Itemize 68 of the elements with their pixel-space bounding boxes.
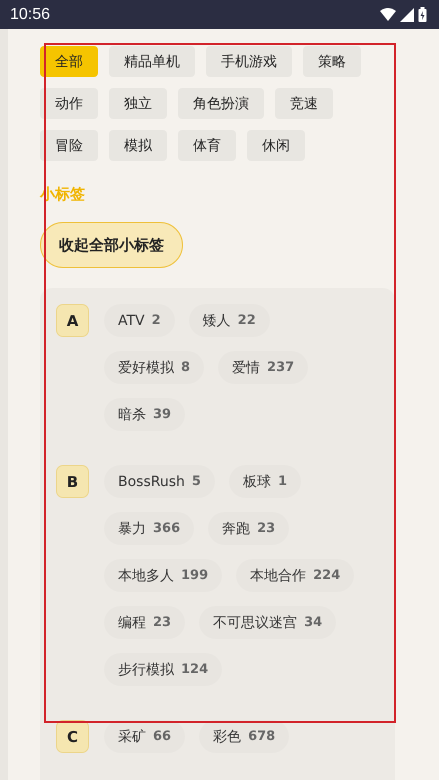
category-tab[interactable]: 精品单机 [109, 46, 195, 77]
tag-name: 爱好模拟 [118, 358, 174, 376]
letter-badge: A [56, 304, 89, 337]
tag-count: 66 [153, 729, 172, 744]
tag-chip[interactable]: 步行模拟 124 [104, 653, 222, 686]
category-tab[interactable]: 休闲 [247, 130, 305, 161]
tag-name: BossRush [118, 474, 185, 490]
tag-count: 23 [153, 615, 172, 630]
tag-name: 不可思议迷宫 [213, 614, 298, 632]
tag-chip[interactable]: 采矿 66 [104, 720, 186, 753]
tag-chip[interactable]: 不可思议迷宫 34 [199, 606, 336, 639]
category-tab[interactable]: 体育 [178, 130, 236, 161]
tag-name: ATV [118, 312, 145, 328]
tag-chip[interactable]: 板球 1 [228, 465, 301, 498]
tag-count: 34 [304, 615, 322, 630]
category-tab[interactable]: 独立 [109, 88, 167, 119]
collapse-tags-button[interactable]: 收起全部小标签 [40, 222, 183, 268]
tag-chip[interactable]: 爱情 237 [218, 351, 308, 384]
tag-name: 彩色 [213, 728, 242, 746]
tag-chip[interactable]: 爱好模拟 8 [104, 351, 204, 384]
tag-chip[interactable]: 本地合作 224 [236, 559, 354, 592]
tag-count: 678 [248, 729, 276, 744]
tag-name: 编程 [118, 614, 146, 632]
tag-name: 步行模拟 [118, 660, 174, 678]
category-tab[interactable]: 手机游戏 [206, 46, 292, 77]
category-tab[interactable]: 全部 [40, 46, 98, 77]
tag-count: 22 [238, 313, 256, 328]
category-tab[interactable]: 模拟 [109, 130, 167, 161]
tag-count: 5 [192, 474, 201, 489]
tag-count: 8 [181, 360, 190, 375]
wifi-icon [380, 8, 396, 21]
tag-count: 237 [267, 360, 294, 375]
signal-icon [400, 8, 414, 22]
tag-count: 366 [153, 521, 180, 536]
tag-chip[interactable]: 暴力 366 [104, 512, 194, 545]
tag-count: 199 [181, 568, 208, 583]
tag-name: 爱情 [232, 358, 260, 376]
tag-name: 矮人 [202, 312, 231, 330]
category-tab[interactable]: 策略 [303, 46, 361, 77]
tag-chip[interactable]: 暗杀 39 [104, 398, 186, 431]
category-tab[interactable]: 角色扮演 [178, 88, 264, 119]
tag-name: 奔跑 [222, 520, 250, 538]
letter-badge: B [56, 465, 89, 498]
tag-name: 采矿 [118, 728, 146, 746]
tag-count: 39 [153, 407, 172, 422]
tag-count: 23 [257, 521, 276, 536]
tag-name: 板球 [242, 472, 271, 490]
tag-chip[interactable]: 奔跑 23 [208, 512, 290, 545]
tag-name: 暴力 [118, 520, 146, 538]
tag-chip[interactable]: 本地多人 199 [104, 559, 222, 592]
tag-chip[interactable]: ATV 2 [104, 304, 175, 337]
tag-chip[interactable]: 编程 23 [104, 606, 186, 639]
category-tab[interactable]: 冒险 [40, 130, 98, 161]
status-time: 10:56 [10, 6, 50, 24]
tag-chip[interactable]: 矮人 22 [188, 304, 270, 337]
tag-name: 暗杀 [118, 406, 146, 424]
tag-name: 本地合作 [250, 566, 306, 584]
tag-chip[interactable]: BossRush 5 [104, 465, 215, 498]
tag-count: 1 [278, 474, 287, 489]
tag-chip[interactable]: 彩色 678 [199, 720, 290, 753]
tag-count: 2 [152, 313, 161, 328]
tag-name: 本地多人 [118, 566, 174, 584]
battery-charging-icon [418, 7, 427, 22]
category-tab[interactable]: 动作 [40, 88, 98, 119]
tag-count: 124 [181, 662, 208, 677]
letter-badge: C [56, 720, 89, 753]
category-tab[interactable]: 竞速 [275, 88, 333, 119]
tag-count: 224 [313, 568, 340, 583]
